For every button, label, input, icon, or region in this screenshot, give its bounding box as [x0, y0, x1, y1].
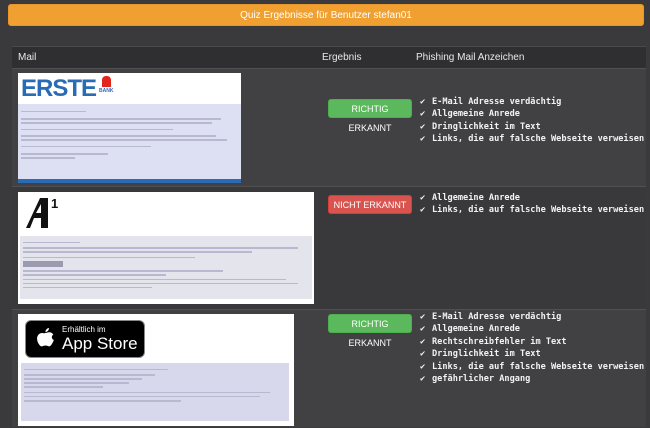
list-item: ✔ Allgemeine Anrede — [420, 109, 520, 120]
column-header-indicators: Phishing Mail Anzeichen — [416, 52, 525, 63]
appstore-badge: Erhältlich im App Store — [25, 320, 145, 358]
check-icon: ✔ — [420, 121, 426, 132]
list-item: ✔ Allgemeine Anrede — [420, 193, 520, 203]
result-badge-wrong: NICHT ERKANNT — [328, 195, 412, 214]
erste-mail-footer — [18, 179, 241, 183]
apple-icon — [37, 328, 54, 347]
check-icon: ✔ — [420, 134, 426, 145]
erste-logo-icon — [101, 76, 111, 87]
a1-mail-body — [20, 236, 312, 299]
results-title-bar: Quiz Ergebnisse für Benutzer stefan01 — [8, 4, 644, 26]
check-icon: ✔ — [420, 324, 426, 335]
column-header-mail: Mail — [18, 52, 37, 63]
appstore-mail-body — [21, 363, 289, 421]
table-header: Mail Ergebnis Phishing Mail Anzeichen — [12, 46, 646, 68]
column-header-result: Ergebnis — [322, 52, 362, 63]
list-item: ✔ E-Mail Adresse verdächtig — [420, 97, 562, 107]
check-icon: ✔ — [420, 373, 426, 384]
check-icon: ✔ — [420, 97, 426, 107]
erste-logo-text: ERSTE — [21, 75, 97, 102]
list-item: ✔ Links, die auf falsche Webseite verweis… — [420, 361, 645, 372]
check-icon: ✔ — [420, 349, 426, 360]
mail-thumbnail-a1[interactable]: 1 — [18, 192, 314, 304]
list-item: ✔ gefährlicher Angang — [420, 373, 531, 384]
result-badge-correct: RICHTIG ERKANNT — [328, 314, 412, 348]
check-icon: ✔ — [420, 361, 426, 372]
result-badge-correct: RICHTIG ERKANNT — [328, 99, 412, 133]
list-item: ✔ Links, die auf falsche Webseite verweis… — [420, 134, 645, 145]
list-item: ✔ Dringlichkeit im Text — [420, 121, 541, 132]
results-table: Mail Ergebnis Phishing Mail Anzeichen ER… — [12, 46, 646, 427]
erste-logo-sub: BANK — [99, 88, 114, 94]
check-icon: ✔ — [420, 193, 426, 203]
a1-logo-icon: 1 — [26, 196, 58, 228]
check-icon: ✔ — [420, 205, 426, 216]
list-item: ✔ E-Mail Adresse verdächtig — [420, 312, 562, 322]
a1-logo: 1 — [23, 194, 68, 230]
check-icon: ✔ — [420, 109, 426, 120]
list-item: ✔ Allgemeine Anrede — [420, 324, 520, 335]
check-icon: ✔ — [420, 336, 426, 347]
appstore-badge-caption: Erhältlich im — [62, 325, 106, 334]
erste-logo: ERSTE BANK — [21, 76, 113, 102]
erste-mail-body — [18, 104, 241, 179]
indicator-list: ✔ Allgemeine Anrede ✔ Links, die auf falsc… — [420, 192, 644, 217]
list-item: ✔ Dringlichkeit im Text — [420, 349, 541, 360]
list-item: ✔ Links, die auf falsche Webseite verweis… — [420, 205, 645, 216]
table-row: ERSTE BANK RICHTIG ERKANNT ✔ E-Mail Adre… — [12, 68, 646, 186]
check-icon: ✔ — [420, 312, 426, 322]
erste-logo-mark: BANK — [99, 76, 113, 94]
list-item: ✔ Rechtschreibfehler im Text — [420, 336, 567, 347]
appstore-badge-title: App Store — [62, 334, 138, 353]
table-row: 1 NICHT ERKANNT ✔ Allgemeine Anrede ✔ Link… — [12, 186, 646, 309]
indicator-list: ✔ E-Mail Adresse verdächtig ✔ Allgemeine A… — [420, 311, 644, 385]
table-row: Erhältlich im App Store RICHTIG ERKANNT … — [12, 309, 646, 427]
mail-thumbnail-erste[interactable]: ERSTE BANK — [18, 73, 241, 183]
indicator-list: ✔ E-Mail Adresse verdächtig ✔ Allgemeine A… — [420, 96, 644, 146]
svg-text:1: 1 — [51, 196, 58, 211]
mail-thumbnail-appstore[interactable]: Erhältlich im App Store — [18, 314, 294, 426]
